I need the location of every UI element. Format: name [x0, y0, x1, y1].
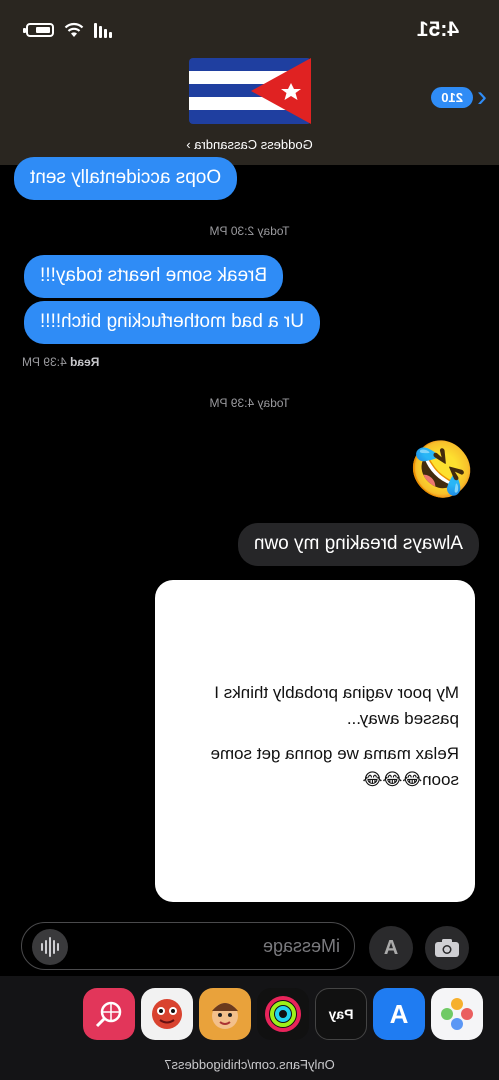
card-text-line: My poor vagina probably thinks I passed …	[214, 683, 459, 728]
app-store-icon: A	[383, 936, 399, 959]
apps-button[interactable]: A	[369, 926, 413, 970]
read-receipt: Read 4:39 PM	[22, 355, 99, 369]
watermark: OnlyFans.com/chibigoddess7	[164, 1057, 335, 1072]
wifi-icon	[64, 22, 84, 37]
apple-pay-label: Pay	[328, 1006, 354, 1022]
outgoing-message[interactable]: Ur a bad motherfucking bitch!!!!	[24, 301, 321, 344]
animoji-icon	[152, 999, 182, 1029]
camera-button[interactable]	[425, 926, 469, 970]
activity-rings-icon	[265, 996, 301, 1032]
memoji-button[interactable]	[199, 988, 251, 1040]
status-bar: 4:51	[0, 18, 499, 46]
message-placeholder: iMessage	[262, 936, 340, 956]
chevron-left-icon: ‹	[477, 80, 487, 113]
incoming-message[interactable]: Always breaking my own	[237, 523, 479, 566]
read-time: 4:39 PM	[22, 355, 67, 369]
outgoing-message[interactable]: Oops accidentally sent	[14, 157, 238, 200]
signal-icon	[94, 22, 112, 38]
app-store-logo-icon: A	[389, 998, 409, 1029]
timestamp: Today 2:30 PM	[209, 224, 290, 238]
conversation-header: 4:51 ‹ 210 Goddess Cassandra ›	[0, 0, 499, 165]
web-search-button[interactable]	[83, 988, 135, 1040]
audio-message-button[interactable]	[32, 929, 68, 965]
photos-icon	[441, 998, 473, 1030]
apple-pay-button[interactable]: Pay	[315, 988, 367, 1040]
photos-app-button[interactable]	[431, 988, 483, 1040]
card-text-line: Relax mama we gonna get some soon😂😂😂	[210, 744, 459, 789]
clock: 4:51	[416, 18, 459, 41]
incoming-message-card[interactable]: My poor vagina probably thinks I passed …	[155, 580, 475, 902]
status-icons	[26, 22, 112, 38]
read-label: Read	[70, 355, 100, 369]
app-store-button[interactable]: A	[373, 988, 425, 1040]
message-input[interactable]: iMessage	[21, 922, 355, 970]
battery-icon	[26, 23, 54, 37]
screen: 4:51 ‹ 210 Goddess Cassandra › Oops acci…	[0, 0, 499, 1080]
compose-bar: A iMessage	[0, 922, 499, 972]
rolling-laughing-emoji[interactable]: 🤣	[408, 440, 475, 500]
outgoing-message[interactable]: Break some hearts today!!!	[24, 255, 284, 298]
unread-count-badge: 210	[431, 86, 473, 108]
timestamp: Today 4:39 PM	[209, 396, 290, 410]
contact-avatar-flag[interactable]	[187, 56, 313, 126]
globe-search-icon	[95, 1001, 122, 1028]
memoji-icon	[212, 1003, 238, 1029]
contact-name[interactable]: Goddess Cassandra ›	[0, 137, 499, 152]
animoji-button[interactable]	[141, 988, 193, 1040]
mirrored-view: 4:51 ‹ 210 Goddess Cassandra › Oops acci…	[0, 0, 499, 1080]
activity-button[interactable]	[257, 988, 309, 1040]
back-button[interactable]: ‹ 210	[431, 80, 487, 113]
camera-icon	[435, 939, 459, 957]
message-list[interactable]: Oops accidentally sent Today 2:30 PM Bre…	[0, 157, 499, 920]
